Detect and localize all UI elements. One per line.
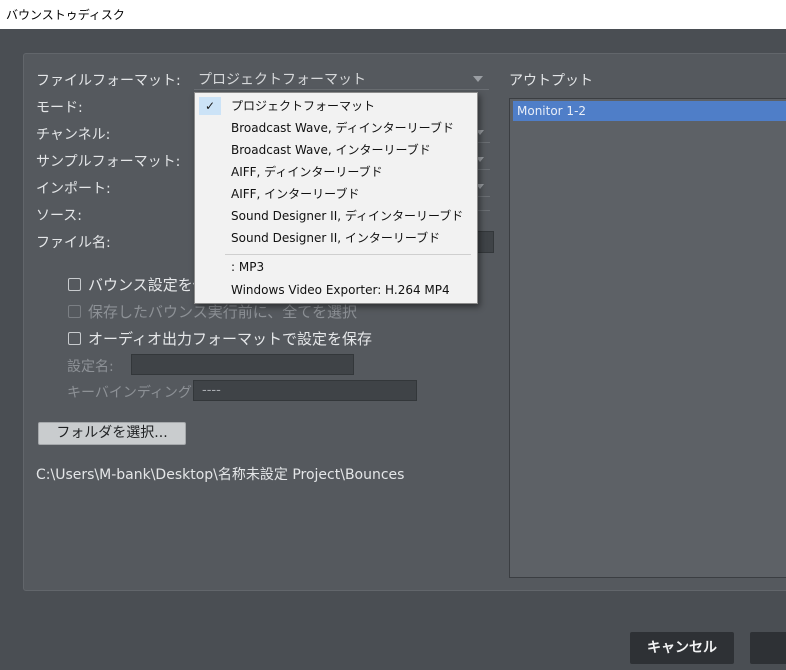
setting-name-input xyxy=(131,354,354,375)
ok-button[interactable] xyxy=(750,632,786,664)
source-label: ソース: xyxy=(36,208,83,224)
dropdown-item[interactable]: Sound Designer II, ディインターリーブド xyxy=(196,205,476,227)
dropdown-item[interactable]: AIFF, ディインターリーブド xyxy=(196,161,476,183)
dropdown-item[interactable]: Broadcast Wave, インターリーブド xyxy=(196,139,476,161)
filename-label: ファイル名: xyxy=(36,235,111,251)
checkbox-box xyxy=(68,305,81,318)
dropdown-item[interactable]: : MP3 xyxy=(196,256,476,278)
dropdown-item[interactable]: Broadcast Wave, ディインターリーブド xyxy=(196,117,476,139)
dropdown-item[interactable]: AIFF, インターリーブド xyxy=(196,183,476,205)
import-label: インポート: xyxy=(36,181,111,197)
output-folder-path: C:\Users\M-bank\Desktop\名称未設定 Project\Bo… xyxy=(36,467,405,483)
dropdown-separator xyxy=(225,254,471,255)
save-bounce-settings-label: バウンス設定を保 xyxy=(88,276,208,294)
dropdown-item[interactable]: ✓ プロジェクトフォーマット xyxy=(196,95,476,117)
setting-name-label: 設定名: xyxy=(67,359,114,375)
save-audio-output-format-checkbox[interactable]: オーディオ出力フォーマットで設定を保存 xyxy=(68,328,372,349)
checkbox-box[interactable] xyxy=(68,278,81,291)
window-title: バウンストゥディスク xyxy=(6,8,125,22)
key-binding-input: ---- xyxy=(193,380,417,401)
checkbox-box[interactable] xyxy=(68,332,81,345)
output-item-monitor[interactable]: Monitor 1-2 xyxy=(513,101,786,121)
file-format-value: プロジェクトフォーマット xyxy=(198,72,366,88)
save-audio-output-format-label: オーディオ出力フォーマットで設定を保存 xyxy=(88,330,372,348)
select-all-before-saved-checkbox: 保存したバウンス実行前に、全てを選択 xyxy=(68,301,357,322)
check-icon: ✓ xyxy=(199,97,221,115)
cancel-button[interactable]: キャンセル xyxy=(630,632,734,664)
dropdown-item[interactable]: Windows Video Exporter: H.264 MP4 xyxy=(196,279,476,301)
mode-label: モード: xyxy=(36,100,83,116)
file-format-select[interactable]: プロジェクトフォーマット xyxy=(194,68,489,90)
sample-format-label: サンプルフォーマット: xyxy=(36,154,181,170)
save-bounce-settings-checkbox[interactable]: バウンス設定を保 xyxy=(68,274,208,295)
title-bar: バウンストゥディスク xyxy=(0,0,786,29)
select-all-before-saved-label: 保存したバウンス実行前に、全てを選択 xyxy=(88,303,357,321)
output-label: アウトプット xyxy=(509,73,593,89)
file-format-dropdown: ✓ プロジェクトフォーマット Broadcast Wave, ディインターリーブ… xyxy=(194,92,478,304)
channel-label: チャンネル: xyxy=(36,127,111,143)
dropdown-item[interactable]: Sound Designer II, インターリーブド xyxy=(196,227,476,249)
file-format-label: ファイルフォーマット: xyxy=(36,73,181,89)
select-folder-button[interactable]: フォルダを選択... xyxy=(38,422,186,445)
output-list[interactable]: Monitor 1-2 xyxy=(509,98,786,578)
chevron-down-icon xyxy=(473,76,483,82)
key-binding-label: キーバインディング: xyxy=(67,385,197,401)
